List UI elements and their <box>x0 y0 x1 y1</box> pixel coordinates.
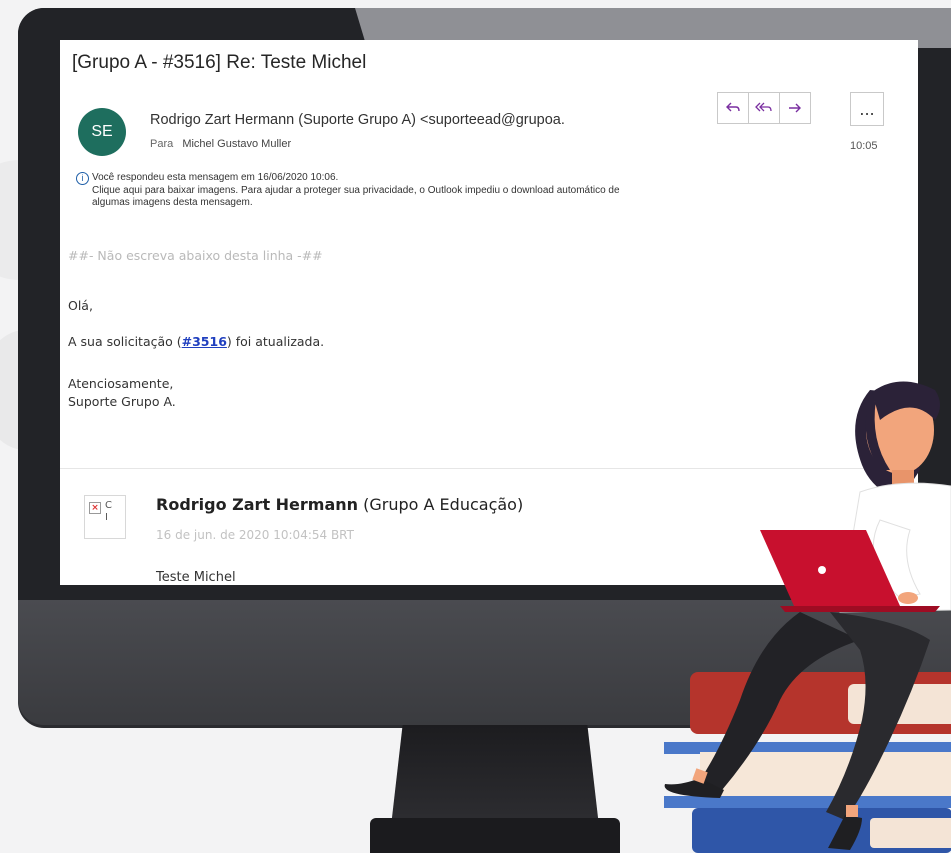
closing-text: Atenciosamente, <box>68 376 174 391</box>
greeting-text: Olá, <box>68 298 93 313</box>
info-banner[interactable]: i Você respondeu esta mensagem em 16/06/2… <box>76 172 896 209</box>
ticket-link[interactable]: #3516 <box>182 334 227 349</box>
email-time: 10:05 <box>850 140 878 152</box>
update-suffix: ) foi atualizada. <box>226 334 325 349</box>
quoted-author: Rodrigo Zart Hermann (Grupo A Educação) <box>156 495 523 514</box>
reply-all-icon <box>755 102 772 112</box>
more-actions-button[interactable]: ... <box>850 92 884 126</box>
signature-text: Suporte Grupo A. <box>68 394 176 409</box>
divider <box>60 468 918 469</box>
to-label: Para <box>150 138 174 150</box>
monitor-chin <box>18 600 951 725</box>
broken-image-alt-text: CI <box>105 500 112 523</box>
email-reading-pane: [Grupo A - #3516] Re: Teste Michel SE Ro… <box>60 40 918 585</box>
update-prefix: A sua solicitação ( <box>68 334 182 349</box>
broken-image-icon: × <box>89 502 101 514</box>
update-text: A sua solicitação (#3516) foi atualizada… <box>68 334 324 349</box>
reply-icon <box>726 102 740 112</box>
info-replied-text: Você respondeu esta mensagem em 16/06/20… <box>92 172 339 183</box>
monitor-stand-base <box>370 818 620 853</box>
quoted-date: 16 de jun. de 2020 10:04:54 BRT <box>156 528 354 542</box>
email-sender[interactable]: Rodrigo Zart Hermann (Suporte Grupo A) <… <box>150 112 695 128</box>
recipient-name[interactable]: Michel Gustavo Muller <box>182 138 291 150</box>
quoted-author-org: (Grupo A Educação) <box>358 495 524 514</box>
reply-button[interactable] <box>717 92 749 124</box>
download-images-link[interactable]: Clique aqui para baixar imagens. Para aj… <box>76 185 896 197</box>
forward-button[interactable] <box>780 92 811 124</box>
info-text-continued: algumas imagens desta mensagem. <box>92 197 253 208</box>
quoted-author-name: Rodrigo Zart Hermann <box>156 495 359 514</box>
email-subject: [Grupo A - #3516] Re: Teste Michel <box>72 52 367 73</box>
avatar[interactable]: SE <box>78 108 126 156</box>
forward-icon <box>789 103 801 113</box>
recipient-row: Para Michel Gustavo Muller <box>150 138 291 150</box>
reply-all-button[interactable] <box>749 92 780 124</box>
info-icon: i <box>76 172 89 185</box>
broken-image-placeholder: × CI <box>84 495 126 539</box>
email-actions <box>717 92 811 124</box>
quoted-body-text: Teste Michel <box>156 570 236 585</box>
separator-line-text: ##- Não escreva abaixo desta linha -## <box>68 248 323 263</box>
